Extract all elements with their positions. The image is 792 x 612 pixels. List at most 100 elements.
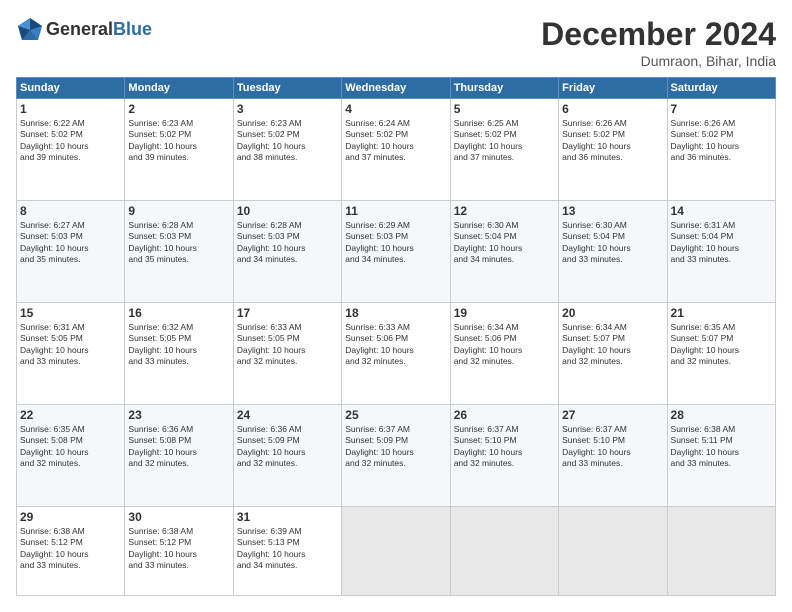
- day-info: Sunrise: 6:37 AM Sunset: 5:10 PM Dayligh…: [562, 424, 663, 470]
- col-monday: Monday: [125, 78, 233, 99]
- table-row: 20 Sunrise: 6:34 AM Sunset: 5:07 PM Dayli…: [559, 302, 667, 404]
- day-number: 25: [345, 408, 446, 422]
- table-row: 5 Sunrise: 6:25 AM Sunset: 5:02 PM Daylig…: [450, 99, 558, 201]
- day-number: 7: [671, 102, 772, 116]
- table-row: 15 Sunrise: 6:31 AM Sunset: 5:05 PM Dayli…: [17, 302, 125, 404]
- table-row: 4 Sunrise: 6:24 AM Sunset: 5:02 PM Daylig…: [342, 99, 450, 201]
- day-info: Sunrise: 6:33 AM Sunset: 5:05 PM Dayligh…: [237, 322, 338, 368]
- table-row: 6 Sunrise: 6:26 AM Sunset: 5:02 PM Daylig…: [559, 99, 667, 201]
- table-row: 1Sunrise: 6:22 AM Sunset: 5:02 PM Daylig…: [17, 99, 125, 201]
- day-number: 5: [454, 102, 555, 116]
- table-row: 9 Sunrise: 6:28 AM Sunset: 5:03 PM Daylig…: [125, 200, 233, 302]
- col-thursday: Thursday: [450, 78, 558, 99]
- day-info: Sunrise: 6:30 AM Sunset: 5:04 PM Dayligh…: [562, 220, 663, 266]
- table-row: 28 Sunrise: 6:38 AM Sunset: 5:11 PM Dayli…: [667, 404, 775, 506]
- day-info: Sunrise: 6:26 AM Sunset: 5:02 PM Dayligh…: [671, 118, 772, 164]
- table-row: 19 Sunrise: 6:34 AM Sunset: 5:06 PM Dayli…: [450, 302, 558, 404]
- col-sunday: Sunday: [17, 78, 125, 99]
- day-number: 29: [20, 510, 121, 524]
- day-number: 13: [562, 204, 663, 218]
- day-info: Sunrise: 6:38 AM Sunset: 5:12 PM Dayligh…: [128, 526, 229, 572]
- table-row: 26Sunrise: 6:37 AM Sunset: 5:10 PM Dayli…: [450, 404, 558, 506]
- day-info: Sunrise: 6:28 AM Sunset: 5:03 PM Dayligh…: [128, 220, 229, 266]
- day-info: Sunrise: 6:22 AM Sunset: 5:02 PM Dayligh…: [20, 118, 121, 164]
- calendar-table: Sunday Monday Tuesday Wednesday Thursday…: [16, 77, 776, 596]
- calendar-subtitle: Dumraon, Bihar, India: [541, 53, 776, 69]
- day-info: Sunrise: 6:39 AM Sunset: 5:13 PM Dayligh…: [237, 526, 338, 572]
- days-header-row: Sunday Monday Tuesday Wednesday Thursday…: [17, 78, 776, 99]
- table-row: 29 Sunrise: 6:38 AM Sunset: 5:12 PM Dayli…: [17, 506, 125, 595]
- day-info: Sunrise: 6:36 AM Sunset: 5:09 PM Dayligh…: [237, 424, 338, 470]
- day-number: 6: [562, 102, 663, 116]
- day-number: 16: [128, 306, 229, 320]
- day-info: Sunrise: 6:23 AM Sunset: 5:02 PM Dayligh…: [128, 118, 229, 164]
- table-row: 8Sunrise: 6:27 AM Sunset: 5:03 PM Daylig…: [17, 200, 125, 302]
- day-number: 31: [237, 510, 338, 524]
- day-number: 3: [237, 102, 338, 116]
- day-number: 20: [562, 306, 663, 320]
- day-info: Sunrise: 6:34 AM Sunset: 5:07 PM Dayligh…: [562, 322, 663, 368]
- day-info: Sunrise: 6:34 AM Sunset: 5:06 PM Dayligh…: [454, 322, 555, 368]
- table-row: [342, 506, 450, 595]
- day-info: Sunrise: 6:33 AM Sunset: 5:06 PM Dayligh…: [345, 322, 446, 368]
- col-tuesday: Tuesday: [233, 78, 341, 99]
- table-row: 3 Sunrise: 6:23 AM Sunset: 5:02 PM Daylig…: [233, 99, 341, 201]
- day-number: 18: [345, 306, 446, 320]
- table-row: [450, 506, 558, 595]
- day-info: Sunrise: 6:31 AM Sunset: 5:05 PM Dayligh…: [20, 322, 121, 368]
- table-row: 16 Sunrise: 6:32 AM Sunset: 5:05 PM Dayli…: [125, 302, 233, 404]
- table-row: 21 Sunrise: 6:35 AM Sunset: 5:07 PM Dayli…: [667, 302, 775, 404]
- day-info: Sunrise: 6:26 AM Sunset: 5:02 PM Dayligh…: [562, 118, 663, 164]
- day-number: 19: [454, 306, 555, 320]
- col-friday: Friday: [559, 78, 667, 99]
- day-number: 23: [128, 408, 229, 422]
- table-row: 13 Sunrise: 6:30 AM Sunset: 5:04 PM Dayli…: [559, 200, 667, 302]
- table-row: 11Sunrise: 6:29 AM Sunset: 5:03 PM Dayli…: [342, 200, 450, 302]
- calendar-title: December 2024: [541, 16, 776, 53]
- col-wednesday: Wednesday: [342, 78, 450, 99]
- table-row: 14Sunrise: 6:31 AM Sunset: 5:04 PM Dayli…: [667, 200, 775, 302]
- table-row: 31 Sunrise: 6:39 AM Sunset: 5:13 PM Dayli…: [233, 506, 341, 595]
- day-number: 28: [671, 408, 772, 422]
- day-info: Sunrise: 6:25 AM Sunset: 5:02 PM Dayligh…: [454, 118, 555, 164]
- table-row: [559, 506, 667, 595]
- logo-icon: [16, 16, 44, 44]
- table-row: 12Sunrise: 6:30 AM Sunset: 5:04 PM Dayli…: [450, 200, 558, 302]
- day-number: 27: [562, 408, 663, 422]
- page: GeneralBlue December 2024 Dumraon, Bihar…: [0, 0, 792, 612]
- table-row: 18 Sunrise: 6:33 AM Sunset: 5:06 PM Dayli…: [342, 302, 450, 404]
- day-info: Sunrise: 6:23 AM Sunset: 5:02 PM Dayligh…: [237, 118, 338, 164]
- header: GeneralBlue December 2024 Dumraon, Bihar…: [16, 16, 776, 69]
- table-row: 24Sunrise: 6:36 AM Sunset: 5:09 PM Dayli…: [233, 404, 341, 506]
- day-info: Sunrise: 6:31 AM Sunset: 5:04 PM Dayligh…: [671, 220, 772, 266]
- day-number: 22: [20, 408, 121, 422]
- day-info: Sunrise: 6:37 AM Sunset: 5:09 PM Dayligh…: [345, 424, 446, 470]
- day-info: Sunrise: 6:35 AM Sunset: 5:07 PM Dayligh…: [671, 322, 772, 368]
- day-number: 17: [237, 306, 338, 320]
- day-info: Sunrise: 6:32 AM Sunset: 5:05 PM Dayligh…: [128, 322, 229, 368]
- day-number: 15: [20, 306, 121, 320]
- day-number: 11: [345, 204, 446, 218]
- table-row: 30 Sunrise: 6:38 AM Sunset: 5:12 PM Dayli…: [125, 506, 233, 595]
- day-info: Sunrise: 6:37 AM Sunset: 5:10 PM Dayligh…: [454, 424, 555, 470]
- logo-general: General: [46, 19, 113, 39]
- day-number: 10: [237, 204, 338, 218]
- day-info: Sunrise: 6:30 AM Sunset: 5:04 PM Dayligh…: [454, 220, 555, 266]
- table-row: 2Sunrise: 6:23 AM Sunset: 5:02 PM Daylig…: [125, 99, 233, 201]
- day-info: Sunrise: 6:38 AM Sunset: 5:11 PM Dayligh…: [671, 424, 772, 470]
- table-row: 10 Sunrise: 6:28 AM Sunset: 5:03 PM Dayli…: [233, 200, 341, 302]
- day-number: 21: [671, 306, 772, 320]
- table-row: 25 Sunrise: 6:37 AM Sunset: 5:09 PM Dayli…: [342, 404, 450, 506]
- day-info: Sunrise: 6:24 AM Sunset: 5:02 PM Dayligh…: [345, 118, 446, 164]
- day-number: 30: [128, 510, 229, 524]
- logo: GeneralBlue: [16, 16, 152, 44]
- day-number: 4: [345, 102, 446, 116]
- day-info: Sunrise: 6:28 AM Sunset: 5:03 PM Dayligh…: [237, 220, 338, 266]
- day-number: 9: [128, 204, 229, 218]
- table-row: 22Sunrise: 6:35 AM Sunset: 5:08 PM Dayli…: [17, 404, 125, 506]
- table-row: [667, 506, 775, 595]
- logo-blue: Blue: [113, 19, 152, 39]
- day-info: Sunrise: 6:27 AM Sunset: 5:03 PM Dayligh…: [20, 220, 121, 266]
- col-saturday: Saturday: [667, 78, 775, 99]
- day-info: Sunrise: 6:38 AM Sunset: 5:12 PM Dayligh…: [20, 526, 121, 572]
